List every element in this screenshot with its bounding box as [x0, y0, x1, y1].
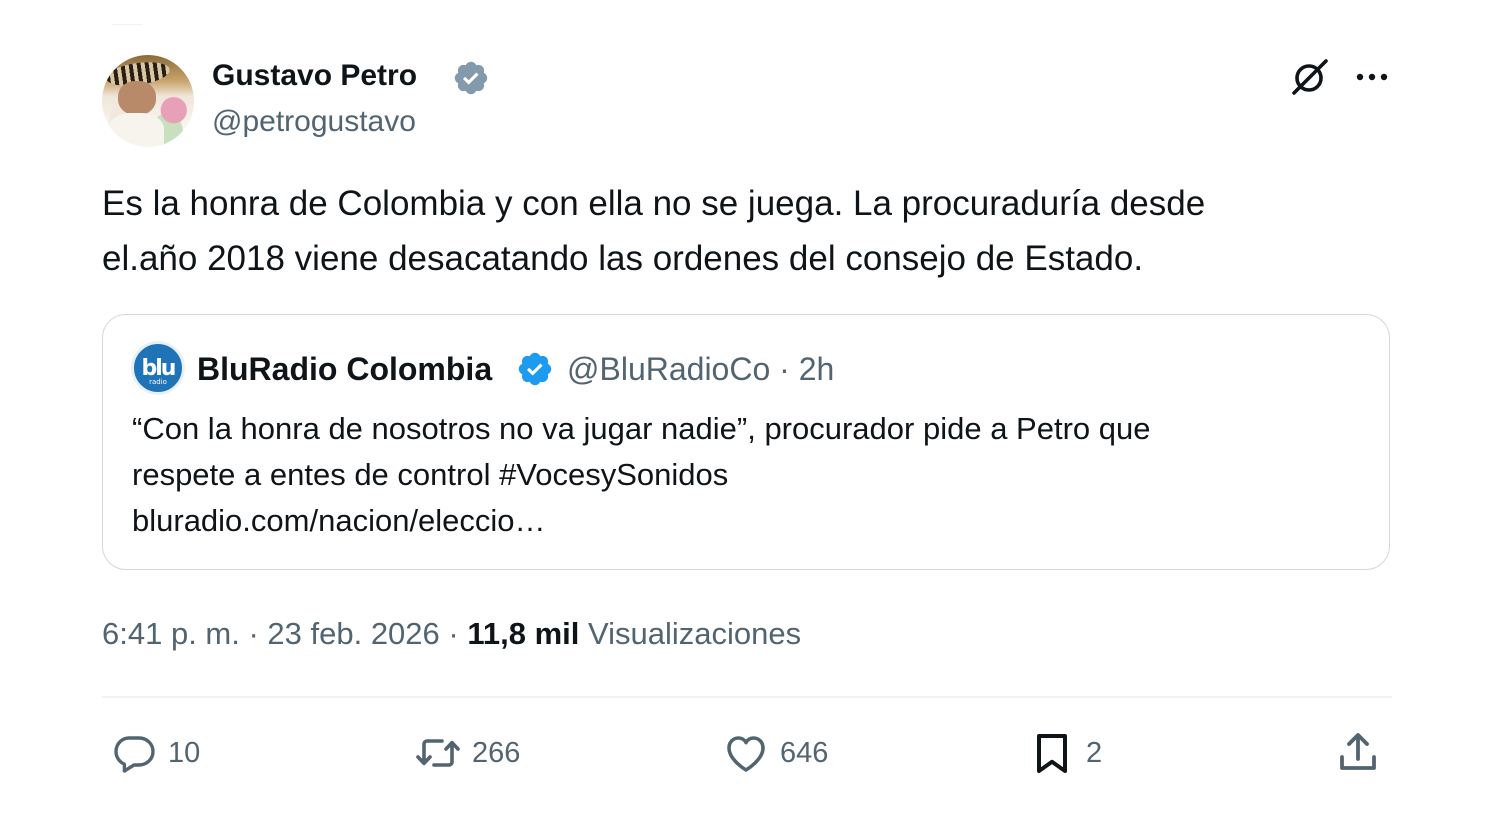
author-name[interactable]: Gustavo Petro: [212, 58, 417, 94]
quoted-link[interactable]: bluradio.com/nacion/eleccio…: [132, 498, 1362, 544]
top-divider: [112, 24, 142, 25]
actions-divider: [102, 696, 1392, 698]
like-button[interactable]: 646: [722, 726, 828, 780]
author-handle[interactable]: @petrogustavo: [212, 104, 416, 140]
quoted-author-handle-time[interactable]: @BluRadioCo · 2h: [567, 350, 834, 388]
like-count: 646: [780, 737, 829, 769]
quoted-avatar-logo-text: blu: [141, 355, 177, 381]
quoted-text-line: “Con la honra de nosotros no va jugar na…: [132, 411, 1151, 446]
views-count: 11,8 mil: [467, 616, 580, 651]
quoted-tweet-text: “Con la honra de nosotros no va jugar na…: [132, 406, 1362, 544]
reply-count: 10: [168, 737, 201, 769]
share-icon: [1340, 733, 1376, 770]
views-label: Visualizaciones: [587, 616, 802, 651]
tweet-text-line: el.año 2018 viene desacatando las ordene…: [102, 239, 1144, 278]
share-button[interactable]: [1334, 726, 1382, 780]
bookmark-count: 2: [1086, 737, 1103, 769]
like-icon: [727, 736, 765, 772]
repost-button[interactable]: 266: [414, 726, 520, 780]
quoted-text-line: respete a entes de control #VocesySonido…: [132, 457, 729, 492]
tweet-timestamp-row: 6:41 p. m. · 23 feb. 2026 · 11,8 mil Vis…: [102, 614, 801, 654]
quoted-avatar-logo-subtext: radio: [149, 378, 167, 386]
bookmark-button[interactable]: 2: [1028, 726, 1102, 780]
verified-badge-icon: [454, 61, 488, 95]
tweet-text-line: Es la honra de Colombia y con ella no se…: [102, 184, 1206, 223]
repost-count: 266: [472, 737, 521, 769]
tweet-text: Es la honra de Colombia y con ella no se…: [102, 176, 1392, 286]
reply-button[interactable]: 10: [110, 726, 200, 780]
author-avatar[interactable]: [102, 55, 194, 147]
more-icon[interactable]: [1352, 62, 1392, 92]
bookmark-icon: [1037, 734, 1067, 773]
verified-badge-icon: [518, 352, 552, 386]
repost-icon: [416, 739, 460, 767]
avatar-face-shape: [118, 81, 156, 115]
quoted-tweet-card[interactable]: blu radio BluRadio Colombia @BluRadioCo …: [102, 314, 1390, 570]
avatar-shirt-shape: [108, 113, 164, 147]
quoted-author-name[interactable]: BluRadio Colombia: [197, 350, 492, 388]
reply-icon: [114, 736, 155, 773]
grok-icon[interactable]: [1288, 55, 1332, 99]
tweet-timestamp[interactable]: 6:41 p. m. · 23 feb. 2026 ·: [102, 616, 467, 651]
quoted-author-avatar[interactable]: blu radio: [131, 341, 185, 395]
